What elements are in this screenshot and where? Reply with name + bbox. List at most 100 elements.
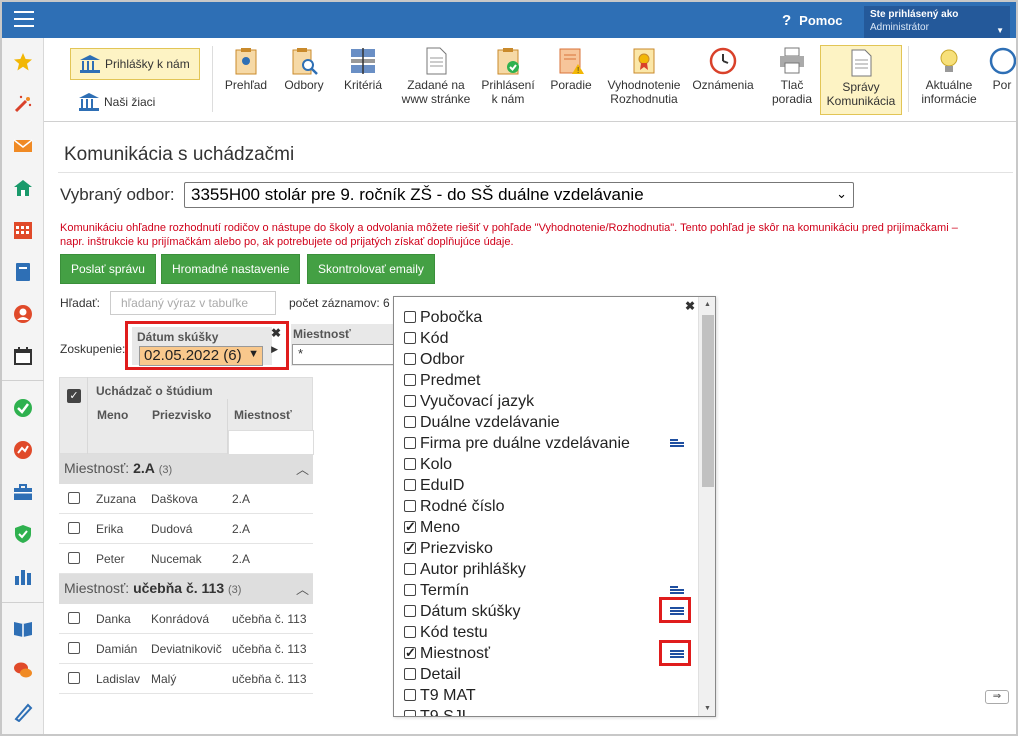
column-checkbox[interactable] bbox=[404, 353, 416, 365]
hromadne-nastavenie-button[interactable]: Hromadné nastavenie bbox=[161, 254, 301, 284]
group-row[interactable]: Miestnosť: 2.A (3) ︿ bbox=[59, 454, 313, 484]
chevron-up-icon[interactable]: ︿ bbox=[296, 579, 309, 598]
envelope-icon[interactable] bbox=[13, 136, 33, 156]
help-link[interactable]: ? Pomoc bbox=[782, 12, 843, 29]
column-header-meno[interactable]: Meno bbox=[97, 408, 128, 422]
column-option[interactable]: Vyučovací jazyk bbox=[404, 392, 534, 412]
oznamenia-button[interactable]: Oznámenia bbox=[690, 46, 756, 92]
row-checkbox[interactable] bbox=[68, 492, 80, 504]
scroll-thumb[interactable] bbox=[702, 315, 714, 487]
column-checkbox[interactable] bbox=[404, 689, 416, 701]
scroll-down-icon[interactable]: ▼ bbox=[704, 705, 711, 712]
column-checkbox[interactable] bbox=[404, 584, 416, 596]
row-checkbox[interactable] bbox=[68, 612, 80, 624]
column-option[interactable]: Priezvisko bbox=[404, 538, 493, 559]
shield-check-icon[interactable] bbox=[13, 524, 33, 544]
group-row[interactable]: Miestnosť: učebňa č. 113 (3) ︿ bbox=[59, 574, 313, 604]
column-checkbox[interactable] bbox=[404, 605, 416, 617]
table-row[interactable]: Ladislav Malý učebňa č. 113 bbox=[59, 664, 313, 694]
bar-chart-icon[interactable] bbox=[13, 566, 33, 586]
column-option[interactable]: Dátum skúšky bbox=[404, 602, 520, 622]
poslat-spravu-button[interactable]: Poslať správu bbox=[60, 254, 156, 284]
school-icon[interactable] bbox=[13, 178, 33, 198]
column-checkbox[interactable] bbox=[404, 643, 416, 663]
column-checkbox[interactable] bbox=[404, 437, 416, 449]
column-option[interactable]: EduID bbox=[404, 476, 464, 496]
column-checkbox[interactable] bbox=[404, 710, 416, 716]
aktualne-informacie-button[interactable]: Aktuálne informácie bbox=[916, 46, 982, 106]
table-row[interactable]: Peter Nucemak 2.A bbox=[59, 544, 313, 574]
column-header-priezvisko[interactable]: Priezvisko bbox=[152, 408, 211, 422]
chevron-up-icon[interactable]: ︿ bbox=[296, 459, 309, 478]
close-icon[interactable]: ✖ bbox=[685, 299, 695, 313]
chart-badge-icon[interactable] bbox=[13, 440, 33, 460]
group-by-icon[interactable] bbox=[670, 607, 684, 617]
group-by-icon[interactable] bbox=[670, 439, 684, 449]
column-checkbox[interactable] bbox=[404, 479, 416, 491]
poradie-button[interactable]: ! Poradie bbox=[544, 46, 598, 92]
column-option[interactable]: T9 MAT bbox=[404, 686, 476, 706]
calendar-grid-icon[interactable] bbox=[13, 220, 33, 240]
column-option[interactable]: Meno bbox=[404, 517, 460, 538]
check-circle-icon[interactable] bbox=[13, 398, 33, 418]
column-option[interactable]: Firma pre duálne vzdelávanie bbox=[404, 434, 630, 454]
column-header-miestnost[interactable]: Miestnosť bbox=[234, 408, 292, 422]
notebook-icon[interactable] bbox=[13, 262, 33, 282]
column-option[interactable]: Odbor bbox=[404, 350, 464, 370]
table-row[interactable]: Damián Deviatnikovič učebňa č. 113 bbox=[59, 634, 313, 664]
column-checkbox[interactable] bbox=[404, 500, 416, 512]
pen-icon[interactable] bbox=[13, 702, 33, 722]
vyhodnotenie-button[interactable]: Vyhodnotenie Rozhodnutia bbox=[604, 46, 684, 106]
table-row[interactable]: Zuzana Daškova 2.A bbox=[59, 484, 313, 514]
tlac-poradia-button[interactable]: Tlač poradia bbox=[768, 46, 816, 106]
column-option[interactable]: Detail bbox=[404, 665, 461, 685]
open-book-icon[interactable] bbox=[13, 618, 33, 638]
group-by-icon[interactable] bbox=[670, 586, 684, 596]
row-checkbox[interactable] bbox=[68, 672, 80, 684]
column-option[interactable]: Termín bbox=[404, 581, 469, 601]
column-option[interactable]: Kód bbox=[404, 329, 448, 349]
column-option[interactable]: Duálne vzdelávanie bbox=[404, 413, 560, 433]
table-row[interactable]: Danka Konrádová učebňa č. 113 bbox=[59, 604, 313, 634]
popup-scrollbar[interactable]: ▲ ▼ bbox=[698, 297, 715, 716]
column-option[interactable]: Kód testu bbox=[404, 623, 488, 643]
calendar-icon[interactable] bbox=[13, 346, 33, 366]
column-option[interactable]: Autor prihlášky bbox=[404, 560, 526, 580]
nasi-ziaci-button[interactable]: Naši žiaci bbox=[70, 88, 163, 116]
arrow-right-icon[interactable]: ▶ bbox=[271, 344, 278, 355]
column-option[interactable]: Predmet bbox=[404, 371, 480, 391]
kriteria-button[interactable]: Kritériá bbox=[338, 46, 388, 92]
column-checkbox[interactable] bbox=[404, 416, 416, 428]
briefcase-icon[interactable] bbox=[13, 482, 33, 502]
column-option[interactable]: Kolo bbox=[404, 455, 452, 475]
column-checkbox[interactable] bbox=[404, 458, 416, 470]
table-row[interactable]: Erika Dudová 2.A bbox=[59, 514, 313, 544]
column-checkbox[interactable] bbox=[404, 374, 416, 386]
row-checkbox[interactable] bbox=[68, 552, 80, 564]
column-checkbox[interactable] bbox=[404, 538, 416, 558]
datum-skusky-select[interactable]: 02.05.2022 (6) ▼ bbox=[139, 346, 263, 366]
expand-arrow-button[interactable]: ⇒ bbox=[985, 690, 1009, 704]
spravy-komunikacia-button[interactable]: Správy Komunikácia bbox=[820, 45, 902, 115]
user-menu[interactable]: Ste prihlásený ako Administrátor ▼ bbox=[864, 6, 1010, 38]
column-checkbox[interactable] bbox=[404, 395, 416, 407]
star-icon[interactable] bbox=[13, 52, 33, 72]
close-icon[interactable]: ✖ bbox=[271, 326, 281, 340]
miestnost-filter-input[interactable]: * bbox=[292, 344, 395, 365]
hamburger-menu-icon[interactable] bbox=[14, 11, 34, 27]
column-checkbox[interactable] bbox=[404, 517, 416, 537]
odbory-button[interactable]: Odbory bbox=[282, 46, 326, 92]
zadane-button[interactable]: Zadané na www stránke bbox=[396, 46, 476, 106]
column-checkbox[interactable] bbox=[404, 563, 416, 575]
user-circle-icon[interactable] bbox=[13, 304, 33, 324]
magic-wand-icon[interactable] bbox=[13, 94, 33, 114]
column-checkbox[interactable] bbox=[404, 311, 416, 323]
chat-icon[interactable] bbox=[13, 660, 33, 680]
column-checkbox[interactable] bbox=[404, 668, 416, 680]
search-input[interactable]: hľadaný výraz v tabuľke bbox=[110, 291, 276, 315]
column-checkbox[interactable] bbox=[404, 626, 416, 638]
column-option[interactable]: Rodné číslo bbox=[404, 497, 505, 517]
scroll-up-icon[interactable]: ▲ bbox=[704, 301, 711, 308]
column-option[interactable]: T9 SJL bbox=[404, 707, 471, 716]
prihlasky-button[interactable]: Prihlášky k nám bbox=[70, 48, 200, 80]
